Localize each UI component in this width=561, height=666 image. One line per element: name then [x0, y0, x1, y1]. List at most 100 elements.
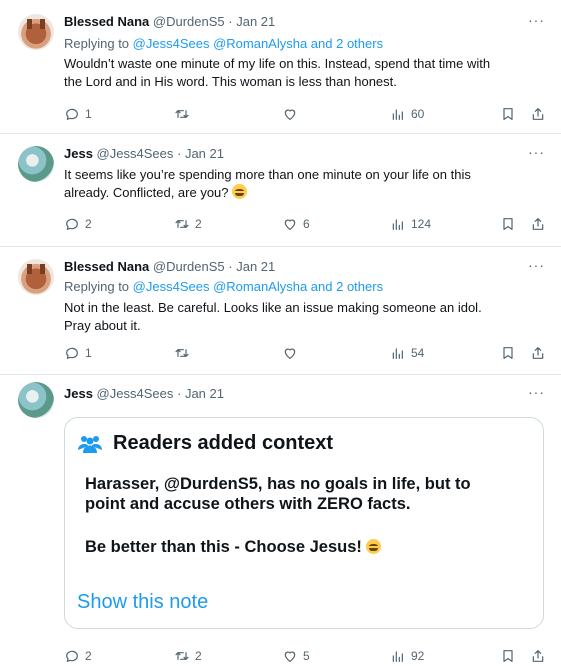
note-line: Harasser, @DurdenS5, has no goals in lif… — [85, 475, 471, 493]
bookmark-button[interactable] — [500, 104, 516, 124]
like-button[interactable] — [282, 104, 303, 124]
show-note-link[interactable]: Show this note — [77, 591, 208, 614]
like-count: 5 — [303, 649, 310, 663]
reply-icon — [66, 347, 78, 359]
reply-count: 2 — [85, 649, 92, 663]
community-note: Readers added context Harasser, @DurdenS… — [64, 417, 544, 629]
reply-button[interactable]: 1 — [64, 343, 92, 363]
tweet[interactable]: Blessed Nana @DurdenS5 · Jan 21 ··· Repl… — [0, 247, 561, 375]
bookmark-icon — [503, 218, 513, 230]
more-options-button[interactable]: ··· — [528, 257, 545, 273]
like-button[interactable] — [282, 343, 303, 363]
author-name[interactable]: Jess — [64, 386, 93, 401]
view-count: 124 — [411, 217, 432, 231]
retweet-button[interactable]: 2 — [174, 214, 202, 234]
action-bar: 2 2 6 124 — [64, 214, 548, 234]
action-bar: 1 60 — [64, 104, 548, 124]
tweet[interactable]: Jess @Jess4Sees · Jan 21 ··· Readers add… — [0, 372, 561, 663]
bookmark-button[interactable] — [500, 214, 516, 234]
separator: · — [228, 259, 233, 274]
author-handle[interactable]: @DurdenS5 — [153, 259, 225, 274]
tweet-text-line: Wouldn’t waste one minute of my life on … — [64, 56, 491, 71]
replying-targets-link[interactable]: @Jess4Sees @RomanAlysha and 2 others — [133, 36, 383, 51]
replying-to: Replying to @Jess4Sees @RomanAlysha and … — [64, 36, 383, 51]
reply-button[interactable]: 1 — [64, 104, 92, 124]
retweet-icon — [175, 652, 189, 660]
views-icon — [392, 109, 403, 120]
reply-button[interactable]: 2 — [64, 214, 92, 234]
tweet-text: It seems like you’re spending more than … — [64, 166, 550, 202]
readers-icon — [78, 435, 102, 453]
author-handle[interactable]: @Jess4Sees — [97, 146, 174, 161]
avatar[interactable] — [18, 259, 54, 295]
retweet-button[interactable]: 2 — [174, 646, 202, 666]
retweet-button[interactable] — [174, 104, 195, 124]
tweet-date[interactable]: Jan 21 — [185, 146, 224, 161]
views-button[interactable]: 92 — [390, 646, 424, 666]
author-name[interactable]: Blessed Nana — [64, 14, 149, 29]
reply-icon — [66, 218, 78, 230]
tweet-text-line: Not in the least. Be careful. Looks like… — [64, 300, 482, 315]
bookmark-button[interactable] — [500, 343, 516, 363]
tweet[interactable]: Jess @Jess4Sees · Jan 21 ··· It seems li… — [0, 134, 561, 247]
note-line: point and accuse others with ZERO facts. — [85, 495, 411, 513]
replying-label: Replying to — [64, 279, 130, 294]
like-button[interactable]: 6 — [282, 214, 310, 234]
bookmark-icon — [503, 347, 513, 359]
like-icon — [284, 348, 296, 359]
reply-button[interactable]: 2 — [64, 646, 92, 666]
share-icon — [532, 108, 544, 120]
retweet-icon — [175, 110, 189, 118]
share-button[interactable] — [530, 104, 546, 124]
reply-count: 1 — [85, 107, 92, 121]
tweet-date[interactable]: Jan 21 — [185, 386, 224, 401]
tweet-date[interactable]: Jan 21 — [236, 259, 275, 274]
avatar[interactable] — [18, 14, 54, 50]
tweet[interactable]: Blessed Nana @DurdenS5 · Jan 21 ··· Repl… — [0, 0, 561, 134]
author-name[interactable]: Jess — [64, 146, 93, 161]
reply-count: 1 — [85, 346, 92, 360]
reply-count: 2 — [85, 217, 92, 231]
replying-to: Replying to @Jess4Sees @RomanAlysha and … — [64, 279, 383, 294]
view-count: 54 — [411, 346, 425, 360]
more-options-button[interactable]: ··· — [528, 12, 545, 28]
retweet-count: 2 — [195, 649, 202, 663]
share-icon — [532, 347, 544, 359]
views-button[interactable]: 124 — [390, 214, 431, 234]
avatar[interactable] — [18, 146, 54, 182]
tweet-header: Jess @Jess4Sees · Jan 21 — [64, 146, 224, 161]
views-icon — [392, 348, 403, 359]
share-button[interactable] — [530, 646, 546, 666]
note-body: Be better than this - Choose Jesus! — [85, 537, 382, 557]
laughing-face-emoji — [232, 184, 248, 199]
more-options-button[interactable]: ··· — [528, 144, 545, 160]
author-handle[interactable]: @DurdenS5 — [153, 14, 225, 29]
bookmark-button[interactable] — [500, 646, 516, 666]
note-body: Harasser, @DurdenS5, has no goals in lif… — [85, 474, 471, 514]
like-button[interactable]: 5 — [282, 646, 310, 666]
tweet-text: Wouldn’t waste one minute of my life on … — [64, 55, 550, 91]
retweet-button[interactable] — [174, 343, 195, 363]
tweet-header: Jess @Jess4Sees · Jan 21 — [64, 386, 224, 401]
bookmark-icon — [503, 650, 513, 662]
retweet-icon — [175, 220, 189, 228]
tweet-date[interactable]: Jan 21 — [236, 14, 275, 29]
grimacing-face-emoji — [366, 539, 382, 554]
separator: · — [228, 14, 233, 29]
retweet-count: 2 — [195, 217, 202, 231]
author-handle[interactable]: @Jess4Sees — [97, 386, 174, 401]
replying-targets-link[interactable]: @Jess4Sees @RomanAlysha and 2 others — [133, 279, 383, 294]
tweet-header: Blessed Nana @DurdenS5 · Jan 21 — [64, 14, 275, 29]
like-icon — [284, 109, 296, 120]
tweet-text-line: the Lord and in His word. This woman is … — [64, 74, 397, 89]
more-options-button[interactable]: ··· — [528, 384, 545, 400]
views-button[interactable]: 60 — [390, 104, 424, 124]
like-icon — [284, 219, 296, 230]
avatar[interactable] — [18, 382, 54, 418]
share-button[interactable] — [530, 343, 546, 363]
retweet-icon — [175, 349, 189, 357]
share-button[interactable] — [530, 214, 546, 234]
tweet-text-line: Pray about it. — [64, 318, 141, 333]
author-name[interactable]: Blessed Nana — [64, 259, 149, 274]
views-button[interactable]: 54 — [390, 343, 424, 363]
